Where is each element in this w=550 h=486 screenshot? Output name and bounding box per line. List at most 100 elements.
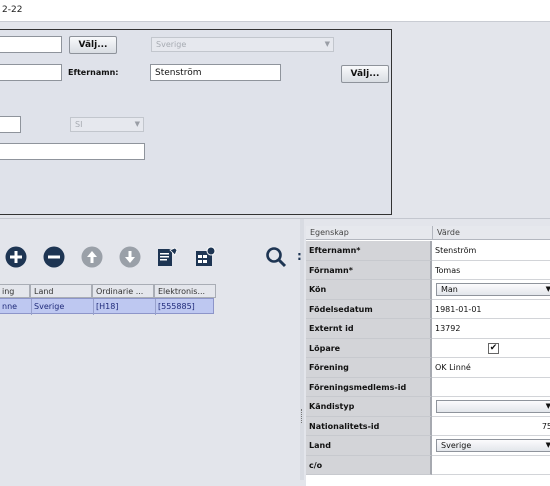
property-value[interactable]: ✔ — [432, 339, 550, 358]
properties-header: Egenskap Värde — [306, 226, 550, 240]
window-titlebar: 2-22 — [0, 0, 550, 22]
toolbar-overflow[interactable]: : — [297, 249, 302, 265]
long-field[interactable] — [0, 143, 145, 160]
property-key-label: c/o — [309, 460, 323, 470]
person-form-panel — [0, 29, 392, 215]
property-key-label: Förnamn* — [309, 265, 353, 275]
property-combo-value: Sverige — [441, 441, 472, 450]
cell-text: Sverige — [34, 302, 65, 311]
property-key: Kändistyp — [306, 397, 432, 417]
property-value[interactable]: 13792 — [432, 319, 550, 339]
column-header-ordinarie[interactable]: Ordinarie ... — [92, 284, 154, 298]
property-combo-value: Man — [441, 285, 458, 294]
table-row[interactable]: nne Sverige [H18] [555885] — [0, 298, 214, 315]
chevron-down-icon: ▼ — [545, 441, 550, 449]
property-key-label: Förening — [309, 363, 349, 372]
cell-text: [H18] — [96, 302, 119, 311]
property-combo[interactable]: Sverige ▼ — [436, 439, 550, 452]
efternamn-field[interactable]: Stenström — [150, 64, 281, 81]
property-key: Nationalitets-id — [306, 416, 432, 436]
chevron-down-icon: ▼ — [545, 402, 550, 410]
property-key-label: Nationalitets-id — [309, 421, 380, 431]
property-key-label: Födelsedatum — [309, 304, 373, 314]
first-name-field[interactable] — [0, 36, 62, 53]
cell-club: nne — [0, 299, 32, 315]
column-header-land[interactable]: Land — [30, 284, 92, 298]
property-combo[interactable]: Man ▼ — [436, 283, 550, 296]
property-value[interactable] — [432, 378, 550, 397]
column-header-club[interactable]: ing — [0, 284, 30, 298]
property-key: Förening — [306, 358, 432, 378]
chevron-down-icon: ▼ — [324, 40, 330, 48]
property-row[interactable]: Löpare ✔ — [306, 338, 550, 358]
property-key-label: Externt id — [309, 324, 354, 333]
property-value[interactable]: Stenström — [432, 241, 550, 261]
property-row[interactable]: Förnamn* Tomas — [306, 260, 550, 280]
move-up-icon[interactable] — [81, 246, 103, 268]
country-select-value: Sverige — [156, 40, 187, 49]
properties-table: Egenskap Värde Efternamn* Stenström Förnam… — [306, 226, 550, 486]
header-separator — [432, 226, 433, 240]
property-row[interactable]: c/o — [306, 455, 550, 475]
property-row[interactable]: Land Sverige ▼ — [306, 436, 550, 456]
property-value-text: OK Linné — [435, 363, 471, 372]
property-key: Föreningsmedlems-id — [306, 377, 432, 397]
valj-button-1[interactable]: Välj... — [69, 36, 117, 54]
property-value[interactable]: Tomas — [432, 261, 550, 280]
column-header-elektronisk[interactable]: Elektronis... — [154, 284, 216, 298]
property-value[interactable] — [432, 456, 550, 475]
property-row[interactable]: Kön Man ▼ — [306, 280, 550, 300]
property-value-text: 13792 — [435, 324, 461, 333]
remove-icon[interactable] — [43, 246, 65, 268]
property-key: c/o — [306, 455, 432, 475]
section-divider — [0, 218, 550, 219]
property-row[interactable]: Kändistyp ▼ — [306, 397, 550, 417]
property-row[interactable]: Nationalitets-id 75 — [306, 416, 550, 436]
property-row[interactable]: Födelsedatum 1981-01-01 — [306, 299, 550, 319]
cell-text: [555885] — [158, 302, 195, 311]
cell-ordinarie: [H18] — [93, 299, 156, 315]
edit-icon[interactable] — [156, 246, 178, 268]
property-row[interactable]: Externt id 13792 — [306, 319, 550, 339]
table-settings-icon[interactable] — [194, 246, 216, 268]
chevron-down-icon: ▼ — [545, 285, 550, 293]
property-value[interactable]: 1981-01-01 — [432, 300, 550, 319]
property-row[interactable]: Förening OK Linné — [306, 358, 550, 378]
header-egenskap[interactable]: Egenskap — [310, 228, 349, 237]
property-value[interactable]: 75 — [432, 417, 550, 436]
cell-land: Sverige — [31, 299, 94, 315]
name-field-2[interactable] — [0, 64, 62, 81]
property-value[interactable]: Man ▼ — [432, 280, 550, 300]
search-icon[interactable] — [265, 246, 287, 268]
property-key: Födelsedatum — [306, 299, 432, 319]
cell-elektronisk: [555885] — [155, 299, 213, 315]
property-row[interactable]: Föreningsmedlems-id — [306, 377, 550, 397]
property-key-label: Efternamn* — [309, 246, 361, 255]
property-value[interactable]: OK Linné — [432, 358, 550, 378]
property-checkbox[interactable]: ✔ — [488, 342, 499, 354]
property-row[interactable]: Efternamn* Stenström — [306, 241, 550, 261]
property-key: Externt id — [306, 319, 432, 339]
property-key-label: Löpare — [309, 343, 341, 353]
property-value-text: Tomas — [435, 265, 461, 275]
property-key: Land — [306, 436, 432, 456]
property-key-label: Föreningsmedlems-id — [309, 382, 407, 392]
property-value[interactable]: ▼ — [432, 397, 550, 417]
property-combo[interactable]: ▼ — [436, 400, 550, 413]
header-varde[interactable]: Värde — [437, 228, 460, 237]
property-value[interactable]: Sverige ▼ — [432, 436, 550, 456]
valj-button-2[interactable]: Välj... — [341, 65, 389, 83]
property-key: Efternamn* — [306, 241, 432, 261]
move-down-icon[interactable] — [119, 246, 141, 268]
split-grip — [301, 409, 303, 423]
property-key: Kön — [306, 280, 432, 300]
small-select-disabled: SI ▼ — [70, 117, 144, 132]
property-key: Förnamn* — [306, 260, 432, 280]
property-key-label: Land — [309, 441, 331, 450]
property-key: Löpare — [306, 338, 432, 358]
small-field[interactable] — [0, 116, 21, 133]
column-header-label: ing — [2, 287, 15, 296]
column-header-label: Elektronis... — [158, 287, 206, 296]
add-icon[interactable] — [5, 246, 27, 268]
small-select-value: SI — [75, 120, 83, 129]
